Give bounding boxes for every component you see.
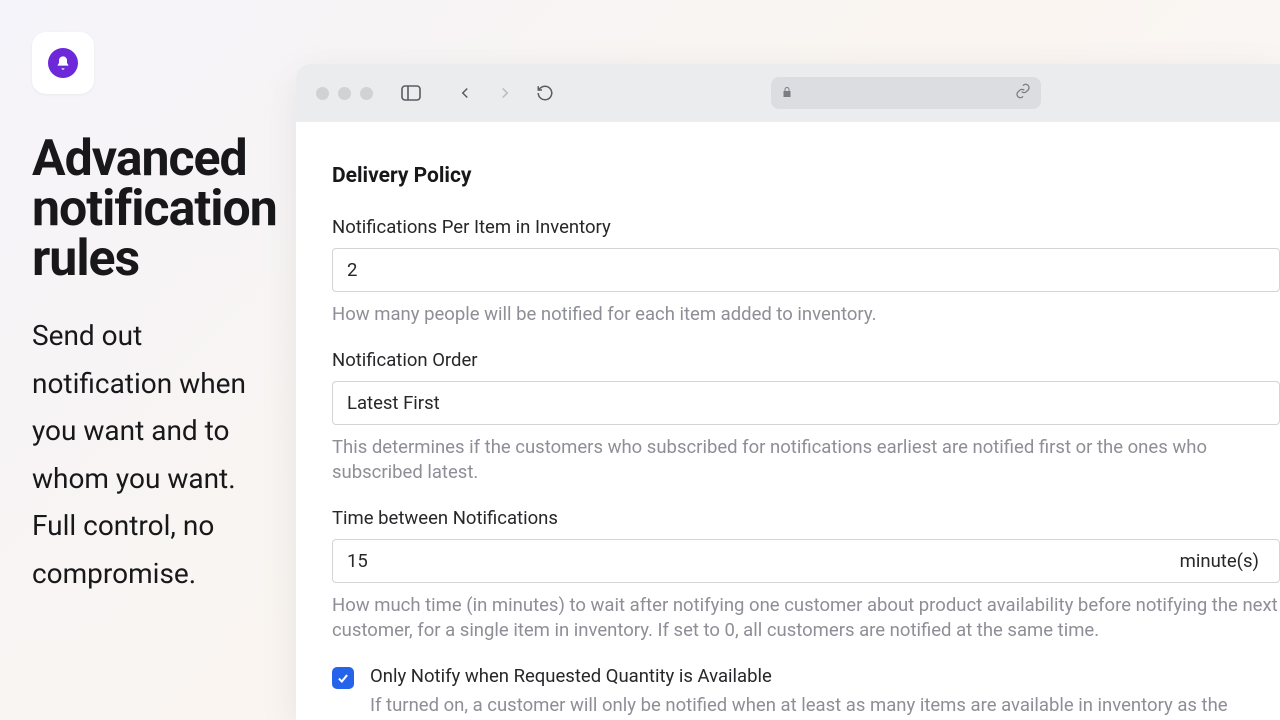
- order-help: This determines if the customers who sub…: [332, 435, 1280, 485]
- close-window-icon[interactable]: [316, 87, 329, 100]
- order-label: Notification Order: [332, 349, 1280, 371]
- settings-form: Delivery Policy Notifications Per Item i…: [296, 122, 1280, 720]
- back-icon[interactable]: [451, 79, 479, 107]
- app-logo: [32, 32, 94, 94]
- per-item-input[interactable]: 2: [332, 248, 1280, 292]
- lock-icon: [781, 84, 793, 103]
- time-value: 15: [347, 550, 368, 572]
- minimize-window-icon[interactable]: [338, 87, 351, 100]
- only-requested-checkbox[interactable]: [332, 667, 354, 689]
- per-item-label: Notifications Per Item in Inventory: [332, 216, 1280, 238]
- sidebar-toggle-icon[interactable]: [397, 79, 425, 107]
- link-icon: [1015, 83, 1031, 103]
- per-item-value: 2: [347, 259, 357, 281]
- only-requested-help: If turned on, a customer will only be no…: [370, 693, 1280, 720]
- field-order: Notification Order Latest First This det…: [332, 349, 1280, 485]
- window-controls[interactable]: [316, 87, 373, 100]
- field-per-item: Notifications Per Item in Inventory 2 Ho…: [332, 216, 1280, 327]
- bell-icon: [48, 48, 78, 78]
- only-requested-label: Only Notify when Requested Quantity is A…: [370, 665, 1280, 687]
- field-time-between: Time between Notifications 15 minute(s) …: [332, 507, 1280, 643]
- time-input[interactable]: 15 minute(s): [332, 539, 1280, 583]
- hero-subhead: Send out notification when you want and …: [32, 312, 282, 598]
- hero-headline: Advanced notification rules: [32, 134, 282, 284]
- maximize-window-icon[interactable]: [360, 87, 373, 100]
- forward-icon: [491, 79, 519, 107]
- address-bar[interactable]: [771, 77, 1041, 109]
- hero-panel: Advanced notification rules Send out not…: [32, 32, 282, 598]
- browser-window: Delivery Policy Notifications Per Item i…: [296, 64, 1280, 720]
- reload-icon[interactable]: [531, 79, 559, 107]
- time-label: Time between Notifications: [332, 507, 1280, 529]
- order-select[interactable]: Latest First: [332, 381, 1280, 425]
- section-title: Delivery Policy: [332, 164, 1280, 188]
- per-item-help: How many people will be notified for eac…: [332, 302, 1280, 327]
- field-only-requested: Only Notify when Requested Quantity is A…: [332, 665, 1280, 720]
- time-unit: minute(s): [1180, 550, 1265, 572]
- browser-toolbar: [296, 64, 1280, 122]
- time-help: How much time (in minutes) to wait after…: [332, 593, 1280, 643]
- order-value: Latest First: [347, 392, 440, 414]
